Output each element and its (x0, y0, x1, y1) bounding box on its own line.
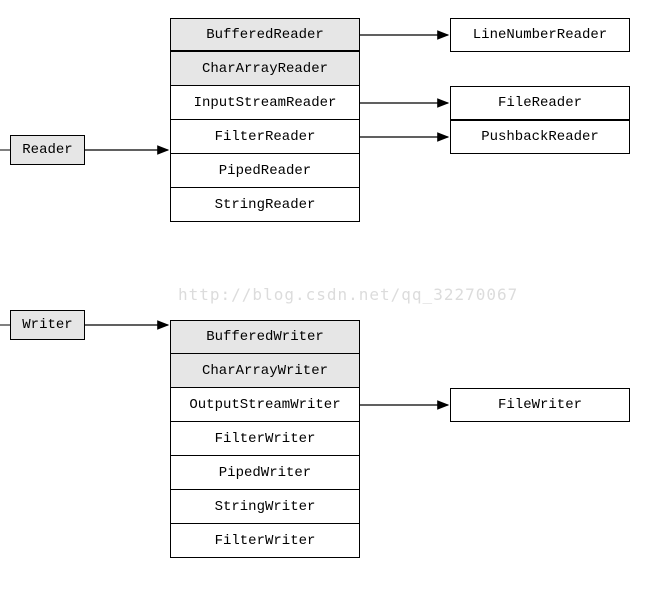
label: PipedReader (219, 163, 311, 179)
writer-root-label: Writer (22, 317, 72, 333)
writer-root-box: Writer (10, 310, 85, 340)
reader-sub-pipedreader: PipedReader (170, 154, 360, 188)
reader-sub-chararrayreader: CharArrayReader (170, 52, 360, 86)
label: CharArrayWriter (202, 363, 328, 379)
reader-leaf-filereader: FileReader (450, 86, 630, 120)
label: PipedWriter (219, 465, 311, 481)
label: OutputStreamWriter (189, 397, 340, 413)
watermark-label: http://blog.csdn.net/qq_32270067 (178, 285, 518, 304)
label: BufferedWriter (206, 329, 324, 345)
label: FilterWriter (215, 533, 316, 549)
reader-root-box: Reader (10, 135, 85, 165)
reader-sub-stringreader: StringReader (170, 188, 360, 222)
writer-sub-outputstreamwriter: OutputStreamWriter (170, 388, 360, 422)
writer-sub-bufferedwriter: BufferedWriter (170, 320, 360, 354)
label: StringReader (215, 197, 316, 213)
label: FileWriter (498, 397, 582, 413)
watermark-text: http://blog.csdn.net/qq_32270067 (178, 285, 518, 304)
writer-sub-stringwriter: StringWriter (170, 490, 360, 524)
label: FilterReader (215, 129, 316, 145)
reader-sub-filterreader: FilterReader (170, 120, 360, 154)
label: InputStreamReader (194, 95, 337, 111)
reader-leaf-pushbackreader: PushbackReader (450, 120, 630, 154)
writer-leaf-filewriter: FileWriter (450, 388, 630, 422)
reader-leaf-linenumberreader: LineNumberReader (450, 18, 630, 52)
writer-sub-filterwriter-2: FilterWriter (170, 524, 360, 558)
label: CharArrayReader (202, 61, 328, 77)
writer-sub-filterwriter-1: FilterWriter (170, 422, 360, 456)
label: PushbackReader (481, 129, 599, 145)
label: FileReader (498, 95, 582, 111)
writer-sub-chararraywriter: CharArrayWriter (170, 354, 360, 388)
label: FilterWriter (215, 431, 316, 447)
label: BufferedReader (206, 27, 324, 43)
writer-sub-pipedwriter: PipedWriter (170, 456, 360, 490)
reader-sub-inputstreamreader: InputStreamReader (170, 86, 360, 120)
label: LineNumberReader (473, 27, 607, 43)
reader-root-label: Reader (22, 142, 72, 158)
label: StringWriter (215, 499, 316, 515)
reader-sub-bufferedreader: BufferedReader (170, 18, 360, 52)
